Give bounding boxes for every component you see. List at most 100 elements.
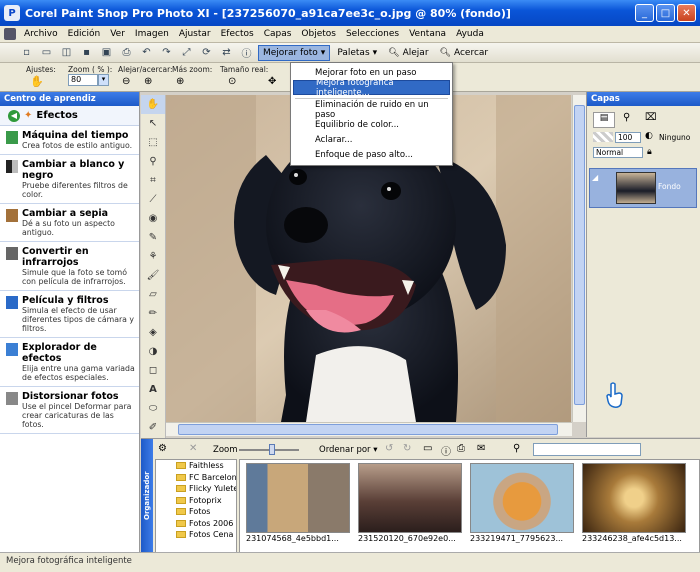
menu-imagen[interactable]: Imagen — [130, 29, 174, 39]
rotate-left-icon[interactable]: ↺ — [385, 443, 393, 454]
menu-edicion[interactable]: Edición — [63, 29, 106, 39]
menu-ventana[interactable]: Ventana — [404, 29, 451, 39]
effect-item-distort[interactable]: Distorsionar fotos Use el pincel Deformar… — [0, 387, 139, 434]
folder-item[interactable]: FC Barcelona — [156, 472, 236, 484]
vertical-scroll-thumb[interactable] — [574, 105, 585, 405]
enhance-photo-button[interactable]: Mejorar foto ▾ — [258, 44, 331, 61]
zoom-out-small-icon[interactable]: ⊖ — [122, 76, 130, 87]
pencil-tool-icon[interactable]: ✏ — [141, 304, 165, 323]
pan-tool-icon[interactable]: ✋ — [141, 95, 165, 114]
zoom-out-button[interactable]: 🔍︎ Alejar — [384, 45, 432, 61]
zoom-in-small-icon[interactable]: ⊕ — [144, 76, 152, 87]
layer-search-icon[interactable]: ⚲ — [623, 112, 630, 123]
canvas-vertical-scrollbar[interactable] — [572, 95, 586, 422]
sort-by-button[interactable]: Ordenar por ▾ — [319, 445, 378, 455]
menu-selecciones[interactable]: Selecciones — [341, 29, 404, 39]
horizontal-scroll-thumb[interactable] — [178, 424, 558, 435]
actual-size-icon[interactable]: ⊙ — [228, 76, 236, 87]
menu-item-high-pass-sharpen[interactable]: Enfoque de paso alto... — [293, 147, 450, 162]
maximize-button[interactable]: □ — [656, 4, 675, 22]
lock-icon[interactable]: 🔒︎ — [647, 147, 652, 157]
organizer-settings-icon[interactable]: ⚙ — [158, 443, 167, 454]
crop-tool-icon[interactable]: ⌗ — [141, 171, 165, 190]
text-tool-icon[interactable]: A — [141, 380, 165, 399]
undo-icon[interactable]: ↶ — [138, 45, 155, 61]
menu-item-noise-removal[interactable]: Eliminación de ruido en un paso — [293, 100, 450, 120]
delete-layer-icon[interactable]: ⌧ — [645, 112, 657, 123]
folder-item[interactable]: Fotoprix — [156, 495, 236, 507]
clone-tool-icon[interactable]: ⚘ — [141, 247, 165, 266]
paint-brush-tool-icon[interactable]: 🖌︎ — [141, 266, 165, 285]
flip-icon[interactable]: ⇄ — [218, 45, 235, 61]
dropper-tool-icon[interactable]: ⚲ — [141, 152, 165, 171]
zoom-percent-input[interactable]: 80 — [68, 74, 98, 86]
warp-brush-tool-icon[interactable]: ✐ — [141, 418, 165, 437]
thumbnail-item[interactable]: 233246238_afe4c5d13... — [582, 463, 686, 545]
organizer-search-input[interactable] — [533, 443, 641, 456]
new-file-icon[interactable]: ▫ — [18, 45, 35, 61]
organizer-zoom-handle[interactable] — [269, 444, 275, 455]
color-changer-tool-icon[interactable]: ◑ — [141, 342, 165, 361]
organizer-email-icon[interactable]: ✉ — [477, 443, 485, 454]
thumbnail-item[interactable]: 231520120_670e92e0... — [358, 463, 462, 545]
save-icon[interactable]: ▪ — [78, 45, 95, 61]
eraser-tool-icon[interactable]: ▱ — [141, 285, 165, 304]
organizer-monitor-icon[interactable]: ▭ — [423, 443, 432, 454]
visibility-icon[interactable]: ◢ — [592, 173, 600, 183]
folder-item[interactable]: Fotos — [156, 506, 236, 518]
effect-item-infrared[interactable]: Convertir en infrarrojos Simule que la fo… — [0, 242, 139, 291]
opacity-input[interactable]: 100 — [615, 132, 641, 143]
mask-value[interactable]: Ninguno — [659, 133, 690, 142]
organizer-close-icon[interactable]: ✕ — [189, 443, 197, 454]
back-arrow-icon[interactable]: ◀ — [8, 109, 20, 122]
effect-item-effect-browser[interactable]: Explorador de efectos Elija entre una gam… — [0, 338, 139, 387]
resize-icon[interactable]: ⤢ — [178, 45, 195, 61]
organizer-search-icon[interactable]: ⚲ — [513, 443, 520, 454]
menu-objetos[interactable]: Objetos — [296, 29, 341, 39]
palettes-button[interactable]: Paletas ▾ — [333, 45, 381, 61]
folder-item[interactable]: Faithless — [156, 460, 236, 472]
document-icon[interactable] — [4, 28, 16, 40]
minimize-button[interactable]: _ — [635, 4, 654, 22]
effect-item-black-white[interactable]: Cambiar a blanco y negro Pruebe diferente… — [0, 155, 139, 204]
selection-tool-icon[interactable]: ⬚ — [141, 133, 165, 152]
effect-item-sepia[interactable]: Cambiar a sepia Dé a su foto un aspecto a… — [0, 204, 139, 242]
straighten-tool-icon[interactable]: ⟋ — [141, 190, 165, 209]
makeover-tool-icon[interactable]: ✎ — [141, 228, 165, 247]
menu-item-brighten[interactable]: Aclarar... — [293, 132, 450, 147]
browse-icon[interactable]: ◫ — [58, 45, 75, 61]
menu-ver[interactable]: Ver — [105, 29, 130, 39]
move-icon[interactable]: ✥ — [268, 76, 276, 87]
flood-fill-tool-icon[interactable]: ◈ — [141, 323, 165, 342]
open-folder-icon[interactable]: ▭ — [38, 45, 55, 61]
organizer-info-icon[interactable]: ⓘ — [441, 443, 451, 458]
print-icon[interactable]: ⎙ — [118, 45, 135, 61]
close-button[interactable]: ✕ — [677, 4, 696, 22]
rotate-right-icon[interactable]: ↻ — [403, 443, 411, 454]
hand-icon[interactable]: ✋ — [30, 75, 44, 88]
zoom-spinner[interactable]: ▾ — [98, 74, 109, 86]
info-icon[interactable]: ⓘ — [238, 45, 255, 61]
pick-tool-icon[interactable]: ↖ — [141, 114, 165, 133]
thumbnail-item[interactable]: 231074568_4e5bbd1... — [246, 463, 350, 545]
rotate-icon[interactable]: ⟳ — [198, 45, 215, 61]
menu-efectos[interactable]: Efectos — [216, 29, 259, 39]
save-as-icon[interactable]: ▣ — [98, 45, 115, 61]
preset-shape-tool-icon[interactable]: ⬭ — [141, 399, 165, 418]
thumbnail-item[interactable]: 233219471_7795623... — [470, 463, 574, 545]
zoom-more-icon[interactable]: ⊕ — [176, 76, 184, 87]
menu-ajustar[interactable]: Ajustar — [174, 29, 216, 39]
menu-item-smart-photo-fix[interactable]: Mejora fotográfica inteligente... — [293, 78, 450, 98]
zoom-in-button[interactable]: 🔍︎ Acercar — [436, 45, 493, 61]
effect-item-film-filters[interactable]: Película y filtros Simula el efecto de us… — [0, 291, 139, 338]
organizer-print-icon[interactable]: ⎙ — [457, 443, 465, 454]
folder-item[interactable]: Fotos 2006 — [156, 518, 236, 530]
new-layer-icon[interactable]: ▤ — [593, 112, 615, 128]
folder-item[interactable]: Flicky Yulete — [156, 483, 236, 495]
canvas-horizontal-scrollbar[interactable] — [166, 422, 572, 436]
blend-mode-select[interactable]: Normal — [593, 147, 643, 158]
shape-tool-icon[interactable]: ◻ — [141, 361, 165, 380]
layer-row-background[interactable]: ◢ Fondo — [589, 168, 697, 208]
menu-capas[interactable]: Capas — [259, 29, 297, 39]
folder-item[interactable]: Fotos Cena — [156, 529, 236, 541]
